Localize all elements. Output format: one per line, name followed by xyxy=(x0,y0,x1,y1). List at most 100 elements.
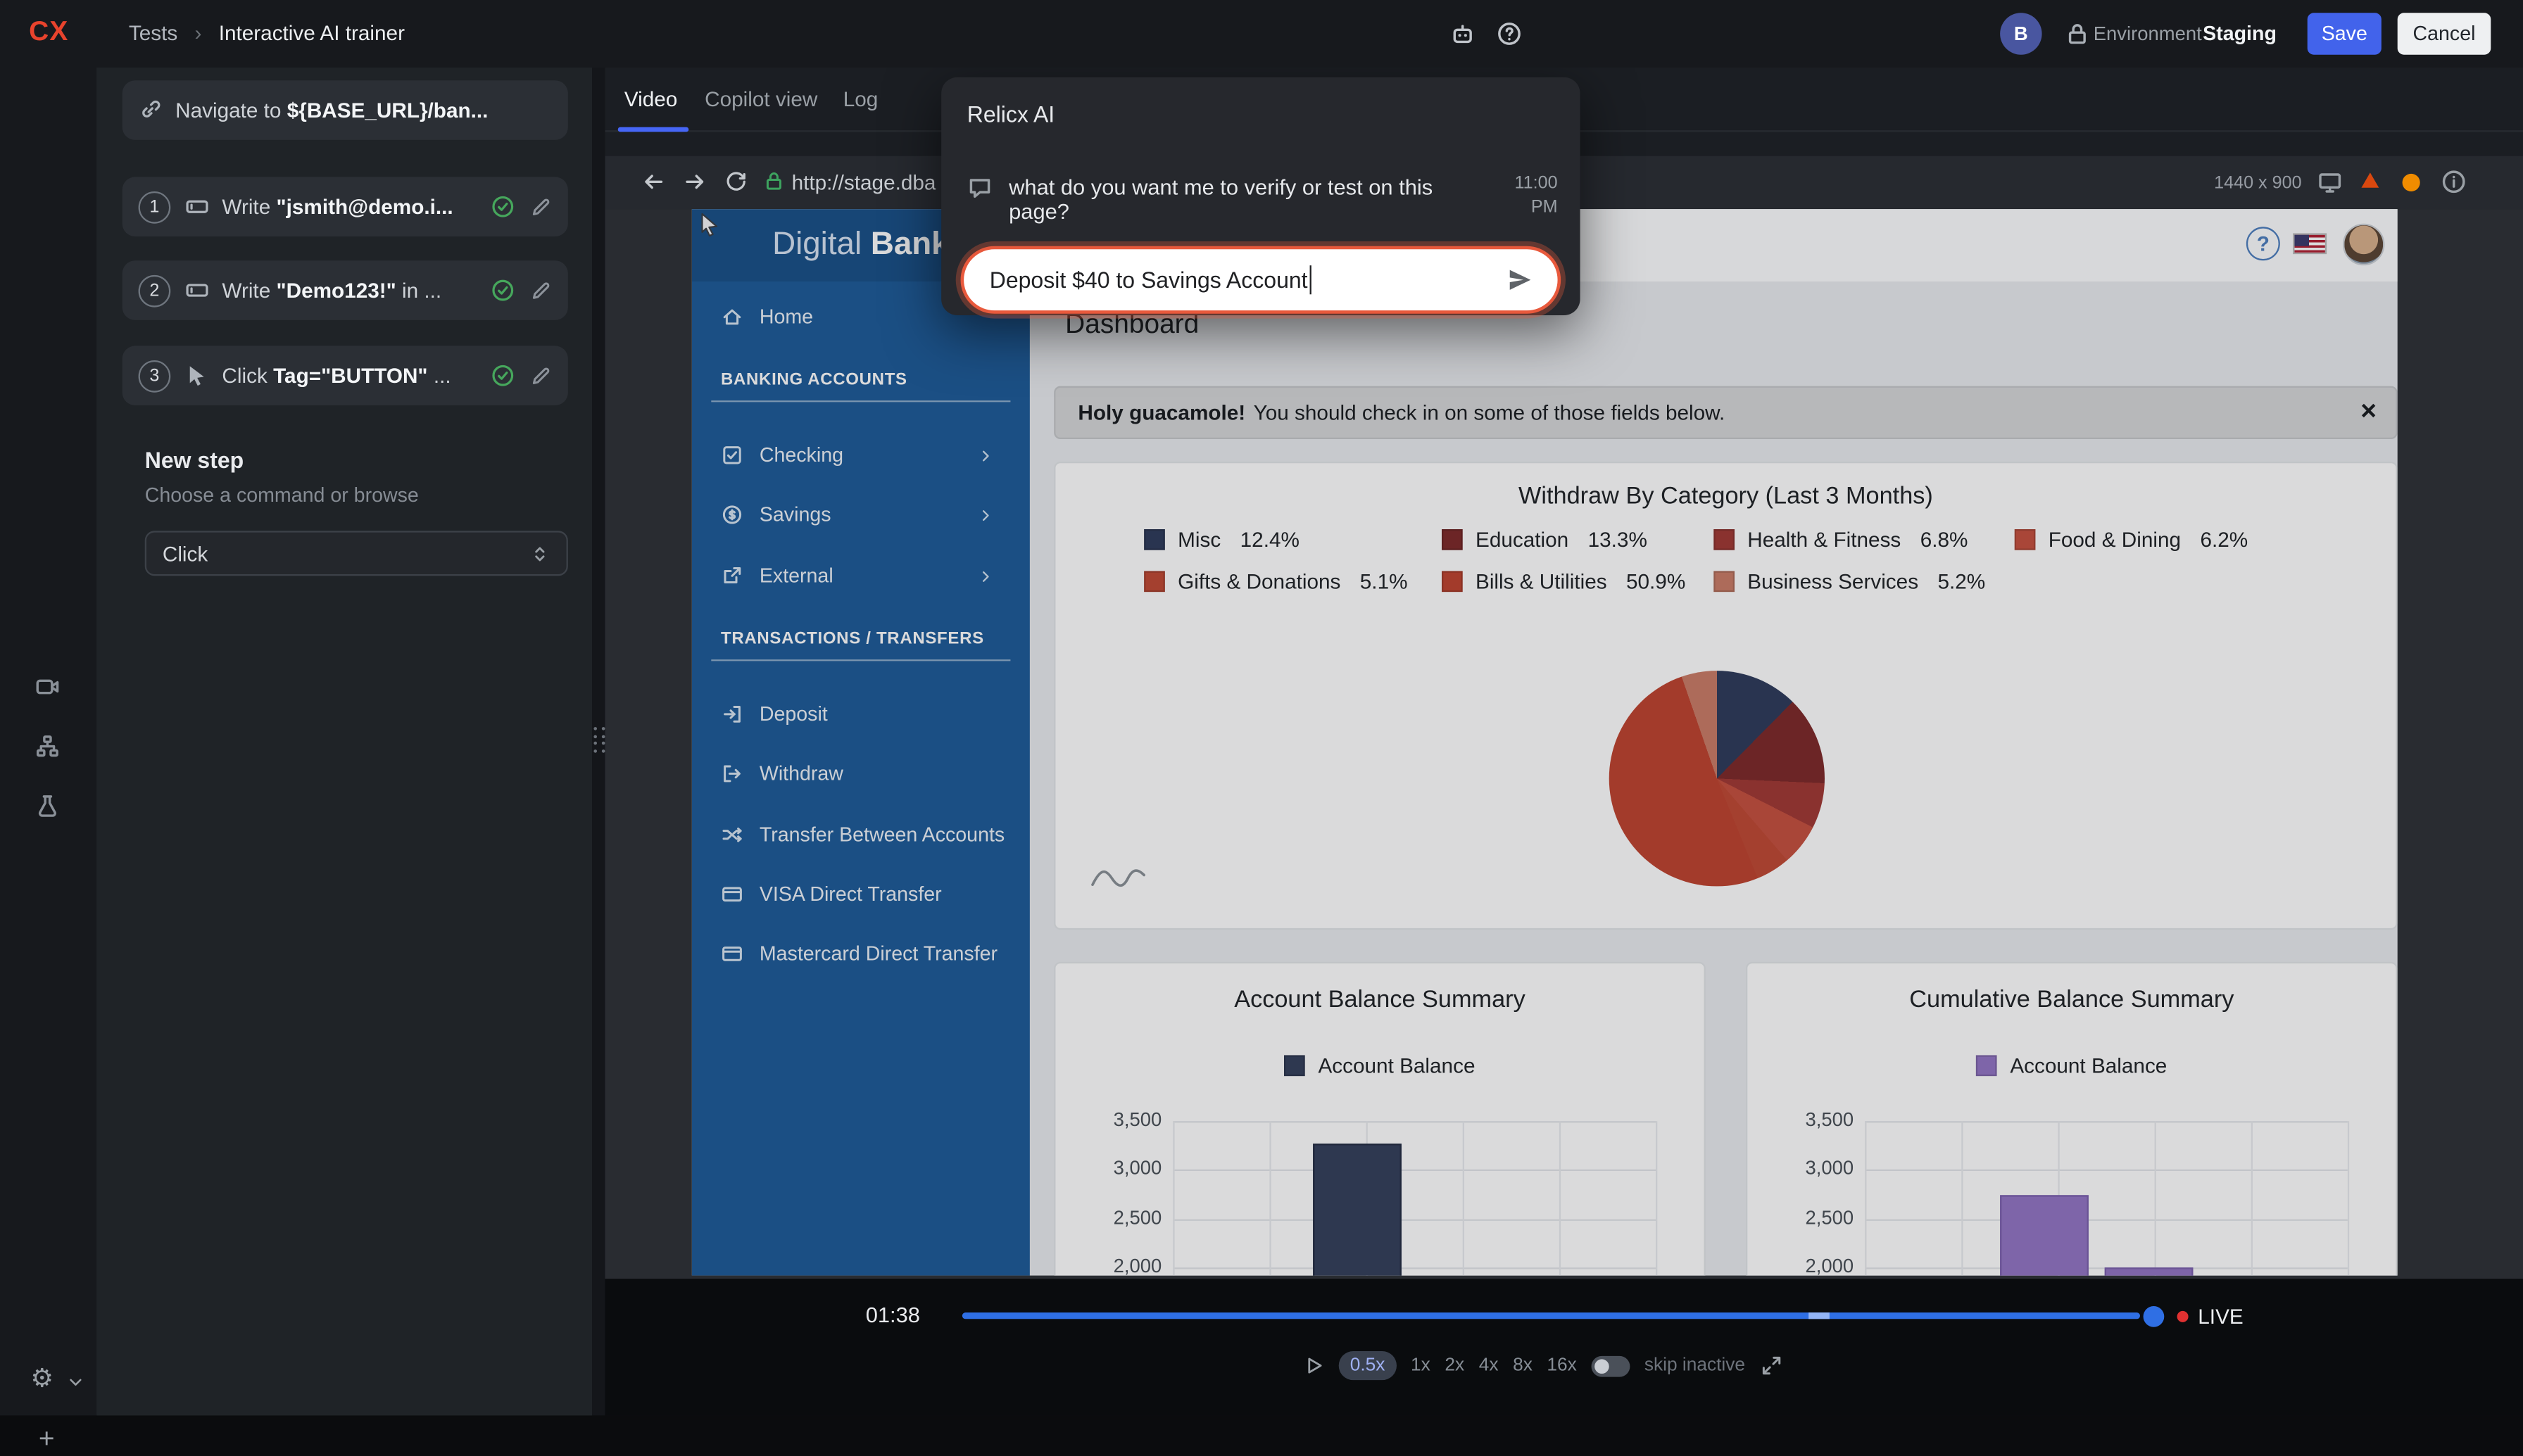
back-icon[interactable] xyxy=(641,169,667,195)
help-icon[interactable] xyxy=(1497,21,1523,47)
info-icon[interactable] xyxy=(2441,169,2467,195)
legend-item[interactable]: Gifts & Donations5.1% xyxy=(1144,569,1442,593)
edit-pencil-icon[interactable] xyxy=(529,196,552,218)
bar-plot xyxy=(1865,1121,2348,1275)
speed-options: 0.5x 1x 2x 4x 8x 16x xyxy=(1339,1351,1577,1380)
speed-option-2x[interactable]: 2x xyxy=(1445,1356,1464,1375)
bank-nav-transfer[interactable]: Transfer Between Accounts xyxy=(692,811,1030,859)
monitor-icon[interactable] xyxy=(2317,169,2343,195)
us-flag-icon[interactable] xyxy=(2293,233,2327,254)
progress-bar[interactable] xyxy=(962,1312,2140,1319)
live-label[interactable]: LIVE xyxy=(2198,1304,2243,1328)
navigate-step-card[interactable]: Navigate to ${BASE_URL}/ban... xyxy=(122,80,568,140)
bank-nav-checking[interactable]: Checking xyxy=(692,431,1030,480)
legend-item[interactable]: Food & Dining6.2% xyxy=(2015,528,2256,552)
legend-label: Gifts & Donations xyxy=(1178,569,1340,593)
speed-option-8x[interactable]: 8x xyxy=(1513,1356,1533,1375)
step-card-1[interactable]: 1 Write "jsmith@demo.i... xyxy=(122,177,568,236)
bar[interactable] xyxy=(1313,1144,1402,1276)
step-card-2[interactable]: 2 Write "Demo123!" in ... xyxy=(122,260,568,320)
send-icon[interactable] xyxy=(1504,265,1535,294)
legend-swatch xyxy=(1442,529,1463,550)
user-avatar[interactable]: B xyxy=(2000,13,2041,54)
warning-triangle-icon[interactable] xyxy=(2359,169,2382,191)
add-button[interactable]: + xyxy=(39,1424,55,1456)
forward-icon[interactable] xyxy=(682,169,708,195)
legend-label: Account Balance xyxy=(1318,1053,1475,1077)
speed-option-0.5x[interactable]: 0.5x xyxy=(1339,1351,1397,1380)
legend-percentage: 12.4% xyxy=(1240,528,1300,552)
bar-chart-legend[interactable]: Account Balance xyxy=(1055,1053,1704,1077)
bank-nav-withdraw[interactable]: Withdraw xyxy=(692,749,1030,798)
breadcrumb-tests[interactable]: Tests xyxy=(129,21,177,45)
flows-sitemap-icon[interactable] xyxy=(34,733,61,759)
edit-pencil-icon[interactable] xyxy=(529,365,552,387)
chat-bubble-icon xyxy=(967,175,993,201)
sign-out-icon xyxy=(721,762,743,785)
withdraw-pie[interactable] xyxy=(1609,671,1825,886)
refresh-icon[interactable] xyxy=(724,169,748,195)
tab-copilot-view[interactable]: Copilot view xyxy=(705,87,817,110)
new-step-title: New step xyxy=(145,447,244,473)
legend-item[interactable]: Business Services5.2% xyxy=(1713,569,2014,593)
bank-nav-savings[interactable]: Savings xyxy=(692,490,1030,539)
legend-item[interactable]: Health & Fitness6.8% xyxy=(1713,528,2014,552)
breadcrumb-current: Interactive AI trainer xyxy=(219,21,405,45)
play-icon[interactable] xyxy=(1303,1355,1324,1377)
url-text[interactable]: http://stage.dba xyxy=(792,170,936,194)
save-button[interactable]: Save xyxy=(2308,13,2382,54)
fullscreen-icon[interactable] xyxy=(1760,1355,1782,1377)
step-label: Navigate to ${BASE_URL}/ban... xyxy=(175,98,552,122)
bank-nav-mastercard[interactable]: Mastercard Direct Transfer xyxy=(692,930,1030,978)
bank-help-icon[interactable]: ? xyxy=(2246,227,2280,260)
speed-option-1x[interactable]: 1x xyxy=(1411,1356,1430,1375)
relicx-logo[interactable]: CX xyxy=(29,16,68,49)
edit-pencil-icon[interactable] xyxy=(529,279,552,302)
recorded-cursor-icon xyxy=(700,213,724,239)
chevron-down-icon[interactable] xyxy=(66,1372,85,1391)
progress-marker xyxy=(1808,1312,1830,1319)
bank-nav-deposit[interactable]: Deposit xyxy=(692,690,1030,739)
command-select[interactable]: Click xyxy=(145,531,568,576)
withdraw-category-card: Withdraw By Category (Last 3 Months) Mis… xyxy=(1054,462,2398,930)
settings-gear-icon[interactable]: ⚙ xyxy=(30,1362,54,1395)
environment-label: Environment xyxy=(2094,23,2202,45)
write-input-icon xyxy=(185,278,209,302)
bar[interactable] xyxy=(2105,1268,2194,1276)
ai-prompt-value: Deposit $40 to Savings Account xyxy=(990,267,1308,293)
bank-nav-external[interactable]: External xyxy=(692,552,1030,600)
legend-label: Food & Dining xyxy=(2049,528,2181,552)
alert-close-icon[interactable]: × xyxy=(2360,395,2377,428)
cancel-button[interactable]: Cancel xyxy=(2398,13,2491,54)
tests-flask-icon[interactable] xyxy=(34,793,61,819)
chevron-right-icon xyxy=(976,446,994,464)
step-card-3[interactable]: 3 Click Tag="BUTTON" ... xyxy=(122,346,568,405)
live-dot-icon xyxy=(2177,1310,2189,1322)
tab-video[interactable]: Video xyxy=(624,87,677,110)
legend-percentage: 6.8% xyxy=(1920,528,1968,552)
bank-user-avatar[interactable] xyxy=(2343,224,2384,265)
skip-inactive-toggle[interactable] xyxy=(1591,1355,1630,1376)
bar-chart-legend[interactable]: Account Balance xyxy=(1747,1053,2396,1077)
speed-option-16x[interactable]: 16x xyxy=(1547,1356,1576,1375)
line-chart-icon[interactable] xyxy=(1091,866,1146,888)
dollar-coin-icon xyxy=(721,503,743,526)
bar[interactable] xyxy=(2000,1194,2089,1275)
playhead-handle[interactable] xyxy=(2144,1305,2165,1327)
environment-value[interactable]: Staging xyxy=(2203,22,2277,44)
assistant-robot-icon[interactable] xyxy=(1449,21,1476,47)
bank-nav-visa[interactable]: VISA Direct Transfer xyxy=(692,871,1030,919)
recordings-camera-icon[interactable] xyxy=(34,674,61,700)
chevron-up-down-icon xyxy=(529,541,550,565)
legend-swatch xyxy=(1144,529,1165,550)
tab-log[interactable]: Log xyxy=(843,87,879,110)
ai-panel-title: Relicx AI xyxy=(967,101,1055,127)
legend-item[interactable]: Education13.3% xyxy=(1442,528,1713,552)
record-dot-icon[interactable] xyxy=(2403,174,2420,191)
speed-option-4x[interactable]: 4x xyxy=(1479,1356,1499,1375)
step-label: Write "Demo123!" in ... xyxy=(222,278,481,302)
legend-item[interactable]: Bills & Utilities50.9% xyxy=(1442,569,1713,593)
ai-prompt-input[interactable]: Deposit $40 to Savings Account xyxy=(961,246,1561,314)
legend-item[interactable]: Misc12.4% xyxy=(1144,528,1442,552)
panel-resize-handle[interactable] xyxy=(592,68,605,1415)
